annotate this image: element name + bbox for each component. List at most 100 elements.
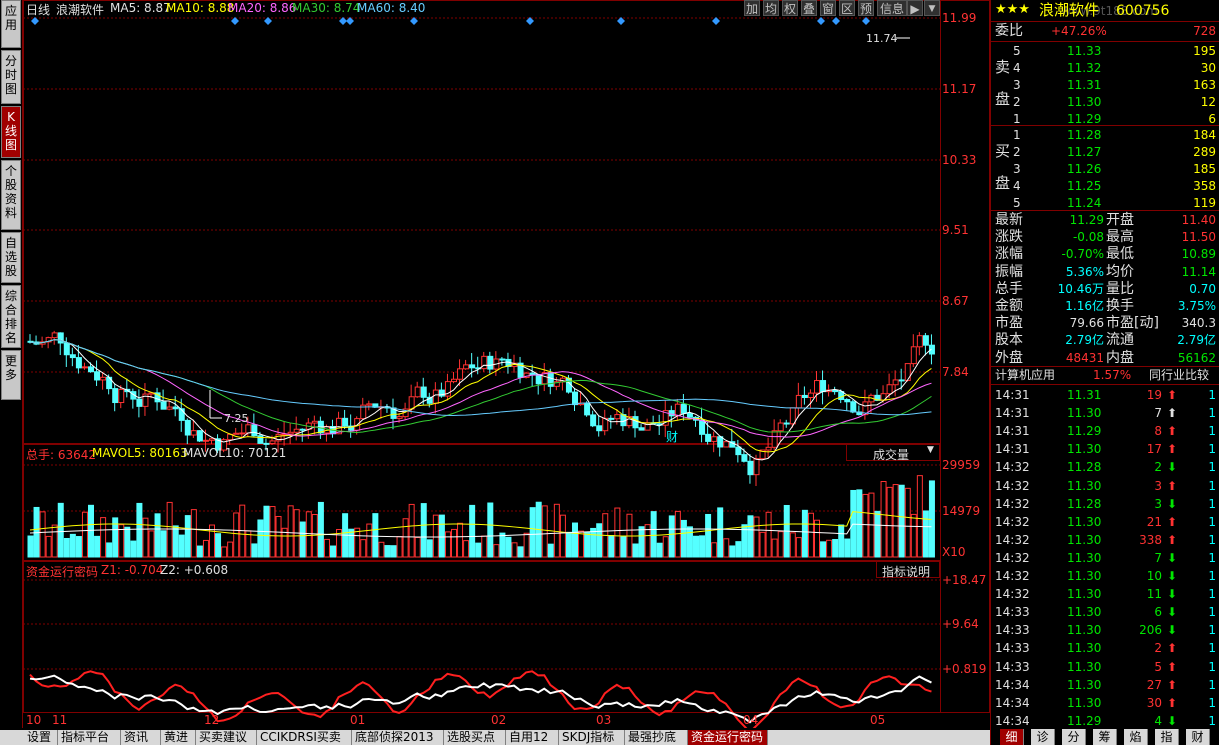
- bottom-tab-2[interactable]: 资讯: [121, 730, 161, 745]
- right-bottom-tab-1[interactable]: 诊: [1031, 729, 1055, 745]
- tick-time: 14:33: [995, 659, 1030, 674]
- candle-body-45: [299, 428, 306, 431]
- arrow-up-icon: ⬆: [1167, 641, 1178, 656]
- volume-bar-45: [299, 521, 306, 558]
- right-bottom-tab-2[interactable]: 分: [1062, 729, 1086, 745]
- mavol10-label: MAVOL10: 70121: [183, 446, 287, 460]
- sell-row-0[interactable]: 5 11.33 195: [991, 42, 1219, 60]
- volume-bar-61: [396, 536, 403, 558]
- volume-bar-101: [638, 526, 645, 558]
- kline-chart[interactable]: [0, 0, 990, 728]
- volume-bar-17: [130, 540, 137, 558]
- volume-bar-16: [124, 526, 131, 558]
- sell-row-3[interactable]: 2 11.30 12: [991, 93, 1219, 111]
- bottom-tab-5[interactable]: CCIKDRSI买卖: [257, 730, 352, 745]
- volume-selector[interactable]: 成交量 ▼: [846, 444, 940, 462]
- sell-price: 11.33: [1067, 44, 1102, 58]
- right-bottom-tab-6[interactable]: 财: [1186, 729, 1210, 745]
- tick-row-13: 14:33 11.30 206 ⬇ 1: [991, 621, 1219, 639]
- bottom-tab-0[interactable]: 设置: [24, 730, 58, 745]
- sell-volume: 163: [1193, 78, 1216, 92]
- buy-row-3[interactable]: 4 11.25 358: [991, 177, 1219, 195]
- volume-bar-2: [39, 511, 46, 558]
- finance-marker[interactable]: 财: [666, 428, 678, 445]
- bottom-tab-8[interactable]: 自用12: [506, 730, 559, 745]
- indicator-tick-high: +18.47: [942, 573, 987, 587]
- tick-time: 14:32: [995, 478, 1030, 493]
- quote-value: 2.79亿: [1065, 333, 1104, 348]
- tick-row-12: 14:33 11.30 6 ⬇ 1: [991, 603, 1219, 621]
- tick-volume: 10: [1146, 569, 1162, 583]
- indicator-help-button[interactable]: 指标说明: [876, 561, 940, 579]
- bottom-tab-10[interactable]: 最强抄底: [625, 730, 688, 745]
- x-tick-3: 01: [350, 713, 366, 727]
- right-bottom-tab-4[interactable]: 焰: [1124, 729, 1148, 745]
- volume-bar-5: [57, 502, 64, 558]
- candle-body-113: [711, 436, 718, 442]
- bottom-tab-7[interactable]: 选股买点: [444, 730, 506, 745]
- buy-row-2[interactable]: 3 11.26 185: [991, 160, 1219, 178]
- indicator-name[interactable]: 资金运行密码: [26, 563, 98, 580]
- tick-volume: 7: [1154, 550, 1162, 565]
- arrow-down-icon: ⬇: [1167, 713, 1178, 728]
- arrow-up-icon: ⬆: [1167, 478, 1178, 493]
- tick-price: 11.30: [1067, 587, 1102, 602]
- right-bottom-tab-5[interactable]: 指: [1155, 729, 1179, 745]
- tick-volume: 27: [1146, 677, 1162, 692]
- volume-bar-54: [354, 527, 361, 558]
- x-tick-0: 10: [26, 713, 42, 727]
- volume-bar-13: [106, 542, 113, 558]
- candle-body-10: [88, 366, 94, 373]
- bottom-tab-9[interactable]: SKDJ指标: [559, 730, 625, 745]
- candle-body-7: [69, 354, 76, 359]
- volume-bar-133: [832, 539, 839, 558]
- candle-body-146: [910, 346, 917, 365]
- quote-value: 1.16亿: [1065, 299, 1104, 313]
- buy-row-0[interactable]: 1 11.28 184: [991, 126, 1219, 144]
- volume-bar-135: [844, 538, 851, 558]
- sector-row[interactable]: 计算机应用 1.57% 同行业比较: [991, 366, 1219, 384]
- volume-bar-26: [184, 515, 191, 558]
- sell-row-2[interactable]: 3 11.31 163: [991, 76, 1219, 94]
- volume-bar-132: [826, 539, 833, 558]
- bottom-tab-1[interactable]: 指标平台: [58, 730, 121, 745]
- bottom-tab-6[interactable]: 底部侦探2013: [352, 730, 444, 745]
- candle-body-114: [717, 436, 724, 448]
- quote-panel: ★★★ www.9t188.com 浪潮软件 600756 委比 +47.26%…: [990, 0, 1219, 745]
- candle-body-135: [844, 399, 851, 403]
- buy-level: 3: [1013, 162, 1021, 176]
- bottom-tab-3[interactable]: 黄进: [161, 730, 196, 745]
- x-tick-4: 02: [491, 713, 507, 727]
- volume-bar-64: [414, 537, 421, 558]
- tick-count: 1: [1208, 713, 1216, 728]
- tick-volume: 6: [1154, 605, 1162, 620]
- right-bottom-tab-3[interactable]: 筹: [1093, 729, 1117, 745]
- right-bottom-tab-0[interactable]: 细: [1000, 729, 1024, 745]
- candle-body-131: [820, 380, 827, 393]
- volume-bar-117: [735, 541, 742, 558]
- compare-link[interactable]: 同行业比较: [1149, 366, 1209, 384]
- sell-level: 2: [1013, 95, 1021, 109]
- arrow-up-icon: ⬆: [1167, 514, 1178, 529]
- tick-time: 14:34: [995, 695, 1030, 710]
- candle-body-136: [850, 401, 857, 413]
- bottom-tab-11[interactable]: 资金运行密码: [688, 730, 768, 745]
- tick-row-17: 14:34 11.30 30 ⬆ 1: [991, 694, 1219, 712]
- volume-bar-33: [227, 541, 234, 558]
- buy-row-1[interactable]: 2 11.27 289: [991, 143, 1219, 161]
- volume-bar-41: [275, 515, 282, 558]
- chevron-down-icon: ▼: [927, 445, 934, 455]
- candle-body-123: [771, 430, 778, 448]
- quote-row-0: 最新 11.29 开盘 11.40: [991, 211, 1219, 229]
- quote-row-7: 股本 2.79亿 流通 2.79亿: [991, 331, 1219, 349]
- candle-body-9: [81, 366, 88, 369]
- sell-row-1[interactable]: 4 11.32 30: [991, 59, 1219, 77]
- volume-bar-63: [408, 503, 415, 558]
- quote-value: 0.70: [1189, 281, 1216, 296]
- volume-bar-38: [257, 519, 264, 558]
- quote-label: 总手: [995, 280, 1023, 297]
- bottom-tab-4[interactable]: 买卖建议: [196, 730, 257, 745]
- tick-row-0: 14:31 11.31 19 ⬆ 1: [991, 386, 1219, 404]
- candle-body-65: [420, 386, 427, 398]
- tick-count: 1: [1208, 587, 1216, 602]
